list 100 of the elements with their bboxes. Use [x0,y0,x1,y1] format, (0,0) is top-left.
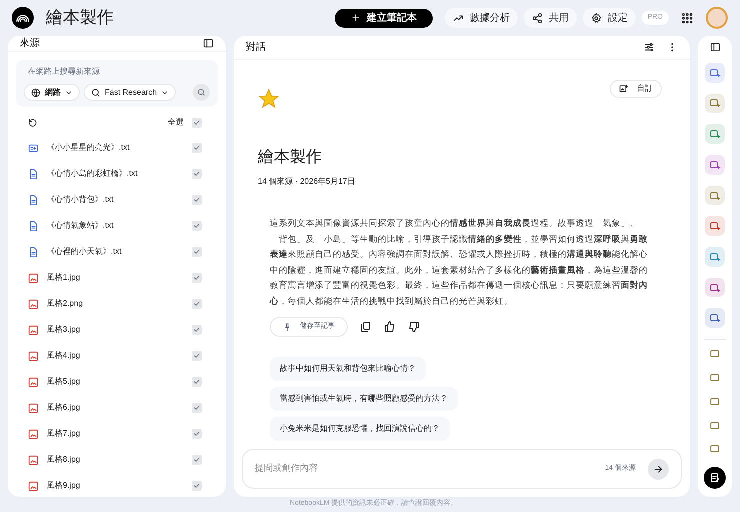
checkbox[interactable] [192,247,202,257]
customize-button[interactable]: 自訂 [610,80,662,98]
studio-tool-button[interactable] [705,186,725,206]
note-card-icon[interactable] [709,348,721,360]
source-name[interactable]: 風格7.jpg [47,428,192,440]
document-icon [28,220,39,232]
settings-icon [590,12,602,24]
note-card-icon[interactable] [709,372,721,384]
note-card-icon[interactable] [709,443,721,456]
checkbox[interactable] [192,351,202,361]
checkbox[interactable] [192,481,202,491]
source-name[interactable]: 《心情小背包》.txt [47,194,192,206]
sliders-icon[interactable] [644,42,655,53]
studio-tool-button[interactable] [705,278,725,298]
source-name[interactable]: 《心情小島的彩虹橋》.txt [47,168,192,180]
checkbox[interactable] [192,118,202,128]
source-name[interactable]: 風格2.png [47,298,192,310]
checkbox[interactable] [192,325,202,335]
image-icon [28,350,39,362]
prompt-field[interactable]: 提問或創作內容 [255,462,606,476]
copy-icon[interactable] [360,321,372,333]
source-name[interactable]: 《小小星星的亮光》.txt [47,142,192,154]
source-name[interactable]: 《心情氣象站》.txt [47,220,192,232]
summary-paragraph: 這系列文本與圖像資源共同探索了孩童內心的情感世界與自我成長過程。故事透過「氣象」、「背包」及「小島」等生動的比喻，引導孩子認識情緒的多變性，並學習如何透過深呼吸與勇敢表達來照顧自己的感受。內容強調在面對誤解、恐懼或人際挫折時，積極的溝通與聆聽能化解心中的陰霾，進而建立穩固的友誼。此外，這套素材結合了多樣化的藝術插畫風格，為這些溫馨的教育寓言增添了豐富的視覺色彩。最終，這些作品都在傳遞一個核心訊息：只要願意練習面對內心，每個人都能在生活的挑戰中找到屬於自己的光芒與彩虹。 [268,217,649,308]
tool-icon [709,190,721,202]
thumbs-down-icon[interactable] [408,321,420,333]
image-icon [28,480,39,492]
tool-icon [709,220,721,232]
checkbox[interactable] [192,143,202,153]
settings-button[interactable]: 設定 [582,8,636,28]
send-button[interactable] [648,458,669,480]
note-pen-icon [709,472,721,484]
source-scope-dropdown[interactable]: 網路 [24,84,80,101]
search-field[interactable]: 在網路上搜尋新來源 [24,66,210,78]
checkbox[interactable] [192,377,202,387]
logo-icon[interactable] [12,7,34,29]
image-icon [28,298,39,310]
tool-icon [709,250,721,263]
thumbs-up-icon[interactable] [384,321,396,333]
tool-icon [709,66,721,79]
image-plus-icon [619,84,629,94]
globe-icon [31,88,41,98]
studio-tool-button[interactable] [705,154,725,175]
note-card-icon[interactable] [709,396,721,408]
refresh-icon[interactable] [28,118,38,128]
image-icon [28,428,39,440]
tool-icon [709,158,721,171]
panel-toggle-icon[interactable] [203,38,214,49]
note-icon [28,142,39,154]
source-name[interactable]: 《心裡的小天氣》.txt [47,246,192,258]
tool-icon [709,97,721,110]
source-name[interactable]: 風格8.jpg [47,454,192,466]
suggested-question[interactable]: 故事中如何用天氣和背包來比喻心情？ [270,357,426,381]
checkbox[interactable] [192,299,202,309]
studio-tool-button[interactable] [705,216,725,236]
image-icon [28,454,39,466]
panel-title: 對話 [246,40,267,55]
panel-toggle-icon[interactable] [710,42,720,53]
pin-icon [283,322,292,332]
studio-tool-button[interactable] [705,247,725,267]
image-icon [28,324,39,336]
image-icon [28,402,39,414]
document-icon [28,194,39,206]
panel-title: 來源 [20,36,40,51]
source-name[interactable]: 風格4.jpg [47,350,192,362]
checkbox[interactable] [192,273,202,283]
star-emoji-icon [258,88,280,110]
studio-tool-button[interactable] [705,124,725,144]
studio-tool-button[interactable] [705,94,725,114]
checkbox[interactable] [192,403,202,413]
checkbox[interactable] [192,169,202,179]
new-notebook-button[interactable]: 建立筆記本 [334,8,433,28]
checkbox[interactable] [192,195,202,205]
add-note-button[interactable] [704,467,726,489]
suggested-question[interactable]: 當感到害怕或生氣時，有哪些照顧感受的方法？ [270,387,458,411]
source-name[interactable]: 風格6.jpg [47,402,192,414]
studio-tool-button[interactable] [705,308,725,328]
analytics-button[interactable]: 數據分析 [444,8,518,28]
source-name[interactable]: 風格9.jpg [47,480,192,492]
share-button[interactable]: 共用 [524,8,577,28]
document-icon [28,246,39,258]
source-name[interactable]: 風格5.jpg [47,376,192,388]
research-mode-dropdown[interactable]: Fast Research [84,84,176,101]
studio-tool-button[interactable] [705,62,725,83]
suggested-question[interactable]: 小兔米米是如何克服恐懼，找回演說信心的？ [270,417,450,441]
image-icon [28,272,39,284]
note-card-icon[interactable] [709,420,721,432]
image-icon [28,376,39,388]
source-name[interactable]: 風格3.jpg [47,324,192,336]
checkbox[interactable] [192,429,202,439]
apps-icon[interactable] [681,12,694,24]
search-button[interactable] [193,84,210,101]
trend-icon [452,12,464,24]
checkbox[interactable] [192,221,202,231]
plus-icon [350,13,361,23]
checkbox[interactable] [192,455,202,465]
source-name[interactable]: 風格1.jpg [47,272,192,284]
notebook-heading: 繪本製作 [258,148,323,168]
document-icon [28,168,39,180]
notebook-meta: 14 個來源 · 2026年5月17日 [258,176,356,188]
